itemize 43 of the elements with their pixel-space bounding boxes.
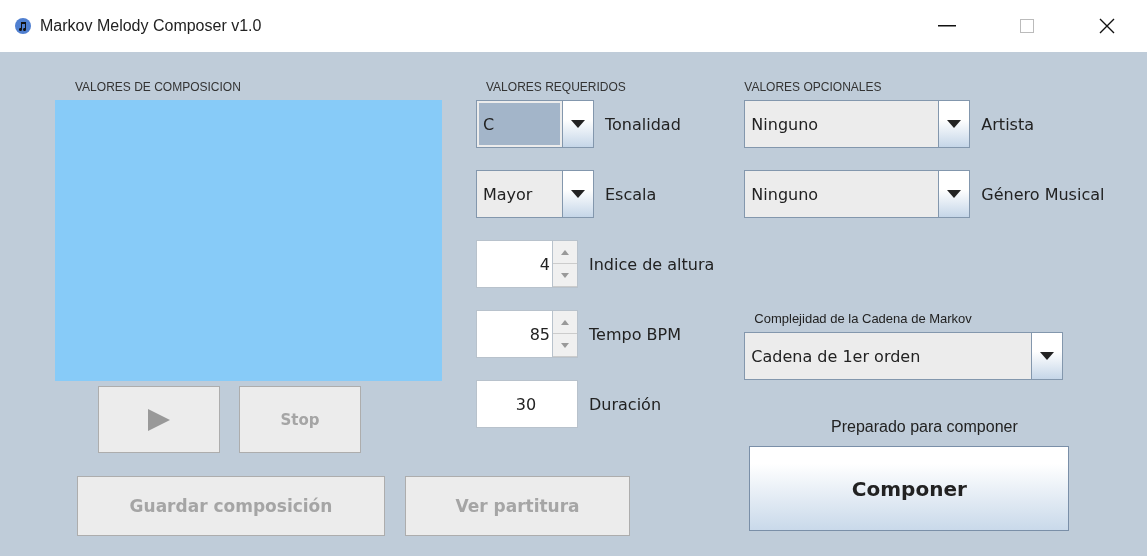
spinner-value: 85	[528, 323, 551, 346]
section-heading: VALORES DE COMPOSICION	[75, 80, 242, 96]
field-label: Complejidad de la Cadena de Markov	[754, 311, 973, 326]
up-arrow-icon	[561, 249, 569, 255]
dropdown[interactable]: Ninguno	[744, 170, 971, 218]
down-arrow-icon	[561, 272, 569, 278]
field-label: Escala	[605, 184, 657, 204]
number-spinner[interactable]: 4	[476, 240, 578, 288]
music-note-icon	[15, 18, 31, 34]
field-label: Tempo BPM	[589, 324, 681, 344]
combo-value: Ninguno	[750, 183, 820, 206]
field-label: Tonalidad	[605, 114, 681, 134]
combo-value: Cadena de 1er orden	[750, 345, 922, 368]
up-arrow-icon	[561, 319, 569, 325]
dropdown[interactable]: Ninguno	[744, 100, 971, 148]
field-label: Duración	[589, 394, 661, 414]
down-arrow-icon	[561, 342, 569, 348]
dropdown[interactable]: C	[476, 100, 594, 148]
number-spinner[interactable]: 85	[476, 310, 578, 358]
status-text: Preparado para componer	[830, 418, 1019, 436]
dropdown[interactable]: Mayor	[476, 170, 594, 218]
combo-value: C	[479, 103, 560, 145]
input-field[interactable]: 30	[476, 380, 578, 428]
field-label: Artista	[981, 114, 1034, 134]
dropdown-arrow-icon	[947, 190, 962, 198]
dropdown-arrow-icon	[1040, 352, 1055, 360]
field-label: Indice de altura	[589, 254, 715, 274]
dropdown-arrow-icon	[571, 120, 585, 128]
section-heading: VALORES REQUERIDOS	[486, 80, 627, 96]
dropdown-arrow-icon	[571, 190, 585, 198]
dropdown[interactable]: Cadena de 1er orden	[744, 332, 1064, 380]
dropdown-arrow-icon	[947, 120, 962, 128]
spinner-value: 4	[538, 253, 551, 276]
close-icon	[1099, 18, 1115, 34]
maximize-icon	[1020, 19, 1034, 33]
field-label: Género Musical	[981, 184, 1105, 204]
combo-value: Mayor	[482, 183, 534, 206]
section-heading: VALORES OPCIONALES	[744, 80, 883, 96]
combo-value: Ninguno	[750, 113, 820, 136]
minimize-icon	[938, 25, 956, 27]
compose-button[interactable]: Componer	[749, 446, 1070, 531]
play-icon	[148, 408, 170, 431]
window-title: Markov Melody Composer v1.0	[40, 17, 262, 35]
